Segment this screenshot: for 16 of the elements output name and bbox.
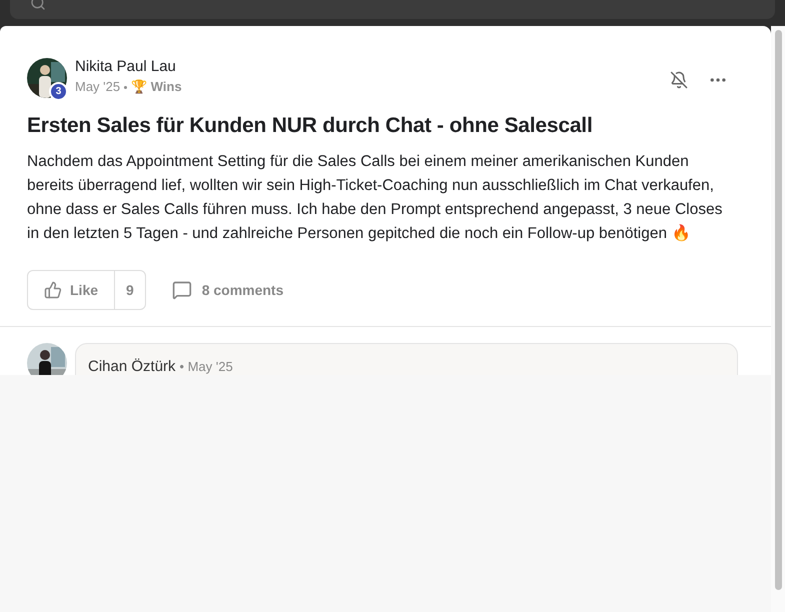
level-badge: 3 [49,82,68,101]
comment-date: • May '25 [180,358,233,376]
post-body: Nachdem das Appointment Setting für die Sales Calls bei einem meiner amerikanischen Kunden bereits überragend lief, wollten wir sein High-Ticket-Coaching nun ausschließlich im Chat verkaufen, ohne dass er Sales Calls führen muss. Ich habe den Prompt entsprechend angepasst, 3 neue Closes in den letzten 5 Tagen - und zahlreiche Personen gepitched die noch ein Follow-up benötigen 🔥 [27,152,724,244]
search-field[interactable] [10,0,775,19]
like-button[interactable]: Like [28,271,114,309]
comment-icon [172,280,192,300]
comments-button[interactable]: 8 comments [172,280,284,300]
like-count[interactable]: 9 [114,271,145,309]
category-link[interactable]: 🏆 Wins [131,77,182,97]
author-name[interactable]: Nikita Paul Lau [75,57,182,77]
thumbs-up-icon [44,281,62,299]
post-title: Ersten Sales für Kunden NUR durch Chat - ohne Salescall [27,113,594,139]
mute-notifications-icon[interactable] [670,71,688,89]
post-date: May '25 [75,78,120,96]
comment-author[interactable]: Cihan Öztürk [88,356,176,378]
scrollbar[interactable] [771,26,785,612]
